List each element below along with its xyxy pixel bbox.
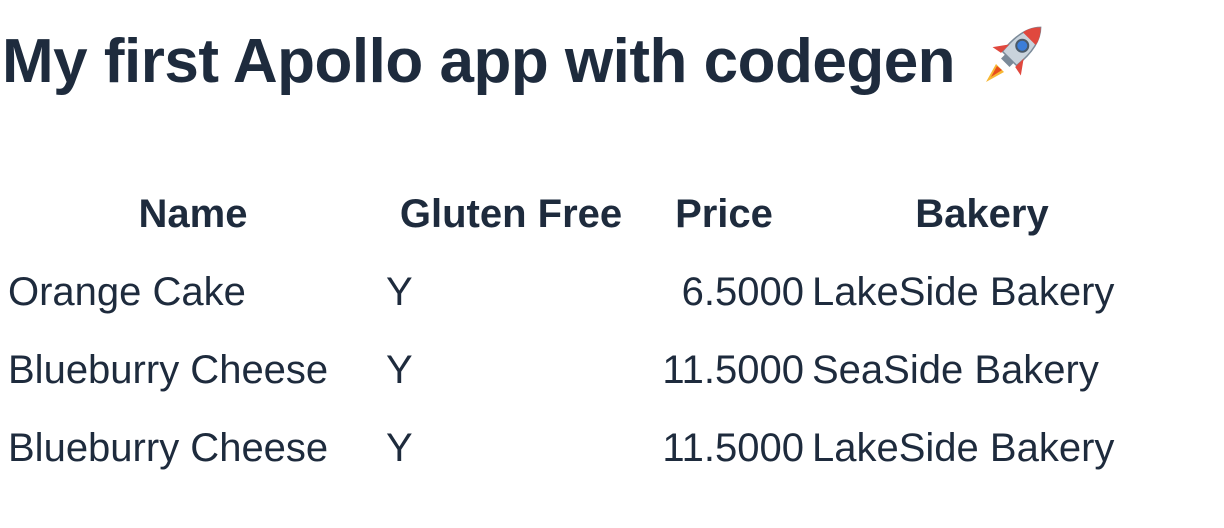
table-row: Blueburry Cheese Y 11.5000 SeaSide Baker…	[8, 331, 1152, 409]
page-title: My first Apollo app with codegen	[2, 22, 1054, 106]
cell-price: 11.5000	[662, 426, 804, 470]
column-header-bakery: Bakery	[915, 192, 1049, 236]
rocket-icon	[982, 14, 1054, 106]
cell-price: 6.5000	[681, 270, 804, 314]
table-row: Orange Cake Y 6.5000 LakeSide Bakery	[8, 253, 1152, 331]
table-header-row: Name Gluten Free Price Bakery	[8, 175, 1152, 253]
cell-gluten-free: Y	[386, 348, 413, 392]
page-title-text: My first Apollo app with codegen	[2, 27, 956, 96]
cell-name: Orange Cake	[8, 270, 246, 314]
cell-price: 11.5000	[662, 348, 804, 392]
cell-name: Blueburry Cheese	[8, 348, 329, 392]
cell-bakery: LakeSide Bakery	[812, 270, 1115, 314]
cakes-table: Name Gluten Free Price Bakery Orange Cak…	[0, 175, 1160, 487]
cell-bakery: LakeSide Bakery	[812, 426, 1115, 470]
column-header-price: Price	[675, 192, 773, 236]
cell-gluten-free: Y	[386, 426, 413, 470]
cell-bakery: SeaSide Bakery	[812, 348, 1099, 392]
column-header-name: Name	[138, 192, 248, 236]
table-row: Blueburry Cheese Y 11.5000 LakeSide Bake…	[8, 409, 1152, 487]
page: My first Apollo app with codegen Name Gl…	[0, 0, 1224, 528]
column-header-gluten-free: Gluten Free	[399, 192, 623, 236]
cell-gluten-free: Y	[386, 270, 413, 314]
cell-name: Blueburry Cheese	[8, 426, 329, 470]
